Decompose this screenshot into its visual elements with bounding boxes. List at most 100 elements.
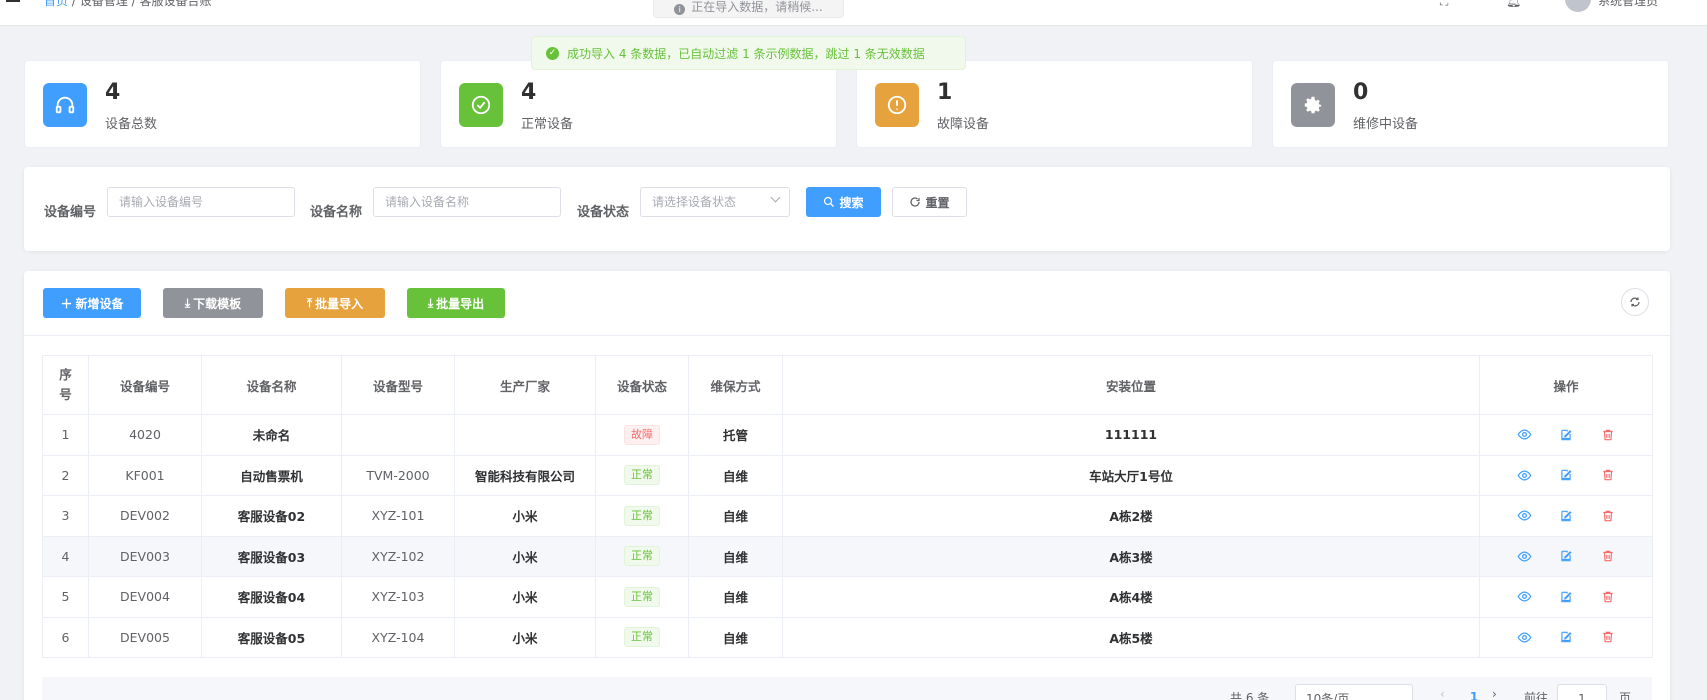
col-header-status: 设备状态 xyxy=(595,355,689,415)
status-badge: 故障 xyxy=(624,424,660,445)
reset-button[interactable]: 重置 xyxy=(892,187,967,217)
view-icon[interactable] xyxy=(1516,629,1532,645)
cell-maintenance: 自维 xyxy=(688,535,783,577)
edit-icon[interactable] xyxy=(1558,629,1574,645)
device-name-label: 设备名称 xyxy=(310,205,363,220)
delete-icon[interactable] xyxy=(1600,508,1616,524)
stat-card-normal: 4 正常设备 xyxy=(440,60,837,148)
delete-icon[interactable] xyxy=(1600,427,1616,443)
cell-model: TVM-2000 xyxy=(341,454,455,496)
col-header-model: 设备型号 xyxy=(341,355,455,415)
cell-index: 3 xyxy=(42,495,89,537)
col-header-maintenance: 维保方式 xyxy=(688,355,783,415)
bell-icon[interactable]: 🔔︎ xyxy=(1506,0,1521,8)
cell-code: 4020 xyxy=(88,414,202,456)
avatar[interactable] xyxy=(1565,0,1591,12)
hamburger-icon[interactable] xyxy=(6,0,20,4)
stat-label: 故障设备 xyxy=(937,117,990,132)
search-icon xyxy=(824,196,835,207)
cell-actions xyxy=(1479,576,1653,618)
cell-model xyxy=(341,414,455,456)
edit-icon[interactable] xyxy=(1558,589,1574,605)
cell-location: 111111 xyxy=(782,414,1480,456)
delete-icon[interactable] xyxy=(1600,629,1616,645)
cell-maker: 小米 xyxy=(454,495,596,537)
device-name-input[interactable] xyxy=(373,187,561,217)
status-select-placeholder: 请选择设备状态 xyxy=(652,195,737,209)
pagination: 共 6 条 10条/页 ‹ 1 › 前往 1 页 xyxy=(42,677,1652,700)
cell-name: 未命名 xyxy=(201,414,342,456)
batch-import-button[interactable]: ⤒ 批量导入 xyxy=(285,288,385,318)
batch-export-button[interactable]: ⤓ 批量导出 xyxy=(407,288,505,318)
device-status-select[interactable]: 请选择设备状态 xyxy=(640,187,790,217)
stat-label: 维修中设备 xyxy=(1353,117,1419,132)
download-template-label: 下载模板 xyxy=(193,296,242,311)
cell-maintenance: 自维 xyxy=(688,576,783,618)
view-icon[interactable] xyxy=(1516,508,1532,524)
loading-message: i 正在导入数据，请稍候... xyxy=(653,0,844,18)
delete-icon[interactable] xyxy=(1600,467,1616,483)
page-size-select[interactable]: 10条/页 xyxy=(1295,684,1413,700)
col-header-maker: 生产厂家 xyxy=(454,355,596,415)
next-page-icon[interactable]: › xyxy=(1492,687,1497,700)
cell-index: 2 xyxy=(42,454,89,496)
goto-page-input[interactable]: 1 xyxy=(1557,684,1607,700)
cell-status: 故障 xyxy=(595,414,689,456)
device-code-input[interactable] xyxy=(107,187,295,217)
delete-icon[interactable] xyxy=(1600,589,1616,605)
cell-code: DEV005 xyxy=(88,616,202,658)
cell-name: 客服设备05 xyxy=(201,616,342,658)
view-icon[interactable] xyxy=(1516,427,1532,443)
cell-status: 正常 xyxy=(595,454,689,496)
view-icon[interactable] xyxy=(1516,548,1532,564)
edit-icon[interactable] xyxy=(1558,508,1574,524)
breadcrumb-mid: 设备管理 xyxy=(79,0,128,8)
view-icon[interactable] xyxy=(1516,467,1532,483)
page-number[interactable]: 1 xyxy=(1460,683,1488,700)
download-template-button[interactable]: ⤓ 下载模板 xyxy=(163,288,263,318)
cell-maker: 小米 xyxy=(454,535,596,577)
cell-actions xyxy=(1479,414,1653,456)
fullscreen-icon[interactable]: ⛶ xyxy=(1440,0,1448,9)
edit-icon[interactable] xyxy=(1558,467,1574,483)
cell-maintenance: 自维 xyxy=(688,616,783,658)
cell-actions xyxy=(1479,535,1653,577)
add-device-button[interactable]: ＋ 新增设备 xyxy=(43,288,141,318)
cell-code: DEV002 xyxy=(88,495,202,537)
cell-status: 正常 xyxy=(595,576,689,618)
table-row: 2 KF001 自动售票机 TVM-2000 智能科技有限公司 正常 自维 车站大厅1号位 xyxy=(42,454,1653,496)
stat-value: 0 xyxy=(1353,80,1369,105)
search-button[interactable]: 搜索 xyxy=(806,187,881,217)
pagination-total: 共 6 条 xyxy=(1230,691,1270,700)
cell-code: DEV003 xyxy=(88,535,202,577)
device-table: 序号 设备编号 设备名称 设备型号 生产厂家 设备状态 维保方式 安装位置 操作… xyxy=(42,355,1653,658)
download-icon: ⤓ xyxy=(427,295,434,310)
delete-icon[interactable] xyxy=(1600,548,1616,564)
breadcrumb-current: 客服设备台账 xyxy=(139,0,212,8)
upload-icon: ⤒ xyxy=(306,295,313,310)
search-panel: 设备编号 设备名称 设备状态 请选择设备状态 搜索 重置 xyxy=(24,167,1670,251)
user-name[interactable]: 系统管理员 xyxy=(1598,0,1658,9)
breadcrumb-home[interactable]: 首页 xyxy=(44,0,68,8)
edit-icon[interactable] xyxy=(1558,427,1574,443)
table-header-row: 序号 设备编号 设备名称 设备型号 生产厂家 设备状态 维保方式 安装位置 操作 xyxy=(42,355,1653,415)
col-header-actions: 操作 xyxy=(1479,355,1653,415)
cell-index: 4 xyxy=(42,535,89,577)
goto-label: 前往 xyxy=(1524,691,1549,700)
cell-index: 6 xyxy=(42,616,89,658)
prev-page-icon[interactable]: ‹ xyxy=(1440,687,1445,700)
status-badge: 正常 xyxy=(624,627,660,648)
edit-icon[interactable] xyxy=(1558,548,1574,564)
view-icon[interactable] xyxy=(1516,589,1532,605)
stat-value: 1 xyxy=(937,80,953,105)
headset-icon xyxy=(43,83,87,127)
col-header-code: 设备编号 xyxy=(88,355,202,415)
page-size-value: 10条/页 xyxy=(1306,692,1350,700)
cell-actions xyxy=(1479,495,1653,537)
breadcrumb-separator: / xyxy=(71,0,76,8)
refresh-button[interactable] xyxy=(1621,288,1649,316)
cell-model: XYZ-102 xyxy=(341,535,455,577)
table-panel: ＋ 新增设备 ⤓ 下载模板 ⤒ 批量导入 ⤓ 批量导出 序号 设备编号 设备名称… xyxy=(24,271,1670,700)
cell-location: A栋5楼 xyxy=(782,616,1480,658)
cell-location: A栋4楼 xyxy=(782,576,1480,618)
